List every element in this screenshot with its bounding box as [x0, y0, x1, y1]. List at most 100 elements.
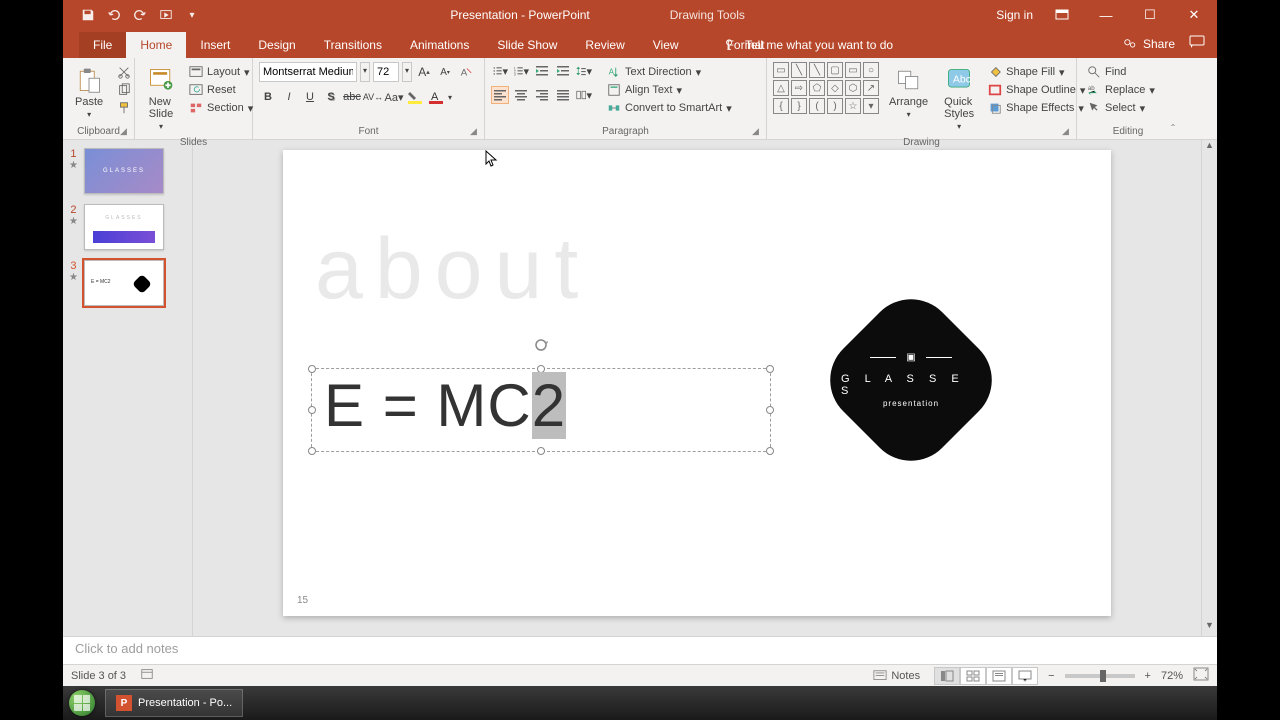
align-center-icon[interactable] — [512, 86, 530, 104]
bold-icon[interactable]: B — [259, 88, 277, 106]
resize-handle[interactable] — [766, 406, 774, 414]
notes-toggle[interactable]: Notes — [869, 668, 924, 684]
align-right-icon[interactable] — [533, 86, 551, 104]
justify-icon[interactable] — [554, 86, 572, 104]
decrease-indent-icon[interactable] — [533, 62, 551, 80]
paste-button[interactable]: Paste ▾ — [69, 62, 109, 123]
resize-handle[interactable] — [308, 447, 316, 455]
collapse-ribbon-icon[interactable]: ˆ — [1171, 122, 1175, 136]
slide[interactable]: about E = MC2 ▣ G L A S S E S — [283, 150, 1111, 616]
align-left-icon[interactable] — [491, 86, 509, 104]
resize-handle[interactable] — [766, 365, 774, 373]
shadow-icon[interactable]: S — [322, 88, 340, 106]
layout-button[interactable]: Layout ▾ — [185, 64, 257, 80]
copy-button[interactable] — [113, 82, 135, 98]
tab-design[interactable]: Design — [244, 32, 309, 58]
resize-handle[interactable] — [766, 447, 774, 455]
slide-sorter-icon[interactable] — [960, 667, 986, 685]
format-painter-button[interactable] — [113, 100, 135, 116]
resize-handle[interactable] — [308, 406, 316, 414]
highlight-icon[interactable] — [406, 88, 424, 106]
thumbnail-2[interactable]: 2★ GLASSES — [69, 204, 186, 250]
line-spacing-icon[interactable]: ▾ — [575, 62, 593, 80]
increase-indent-icon[interactable] — [554, 62, 572, 80]
shape-gallery[interactable]: ▭╲╲▢▭○ △⇨⬠◇⬡↗ {}()☆▾ — [773, 62, 879, 114]
clear-formatting-icon[interactable]: A — [457, 63, 475, 81]
tab-transitions[interactable]: Transitions — [310, 32, 396, 58]
resize-handle[interactable] — [308, 365, 316, 373]
font-color-dropdown[interactable]: ▾ — [448, 93, 452, 102]
start-from-beginning-icon[interactable] — [159, 8, 173, 22]
arrange-button[interactable]: Arrange▾ — [883, 62, 934, 123]
fit-to-window-icon[interactable] — [1193, 667, 1209, 684]
share-button[interactable]: Share — [1123, 37, 1175, 51]
zoom-in-icon[interactable]: + — [1145, 670, 1151, 682]
normal-view-icon[interactable] — [934, 667, 960, 685]
slideshow-view-icon[interactable] — [1012, 667, 1038, 685]
font-color-icon[interactable]: A — [427, 88, 445, 106]
zoom-slider[interactable] — [1065, 674, 1135, 678]
select-button[interactable]: Select ▾ — [1083, 100, 1159, 116]
change-case-icon[interactable]: Aa▾ — [385, 88, 403, 106]
font-name-dropdown[interactable]: ▾ — [360, 62, 370, 82]
start-button[interactable] — [63, 686, 101, 720]
convert-smartart-button[interactable]: Convert to SmartArt ▾ — [603, 100, 736, 116]
reset-button[interactable]: Reset — [185, 82, 257, 98]
vertical-scrollbar[interactable]: ▲ ▼ — [1201, 140, 1217, 636]
cut-button[interactable] — [113, 64, 135, 80]
zoom-level[interactable]: 72% — [1161, 670, 1183, 682]
quick-styles-button[interactable]: Abc Quick Styles▾ — [938, 62, 980, 135]
tab-home[interactable]: Home — [126, 32, 186, 58]
shape-effects-button[interactable]: Shape Effects ▾ — [984, 100, 1089, 116]
minimize-icon[interactable]: — — [1091, 0, 1121, 30]
resize-handle[interactable] — [537, 447, 545, 455]
reading-view-icon[interactable] — [986, 667, 1012, 685]
section-button[interactable]: Section ▾ — [185, 100, 257, 116]
font-size-dropdown[interactable]: ▾ — [402, 62, 412, 82]
thumbnail-3[interactable]: 3★ E = MC2 — [69, 260, 186, 306]
redo-icon[interactable] — [133, 8, 147, 22]
scroll-up-icon[interactable]: ▲ — [1202, 140, 1217, 156]
tab-view[interactable]: View — [639, 32, 693, 58]
font-dialog-launcher[interactable]: ◢ — [470, 126, 480, 136]
tab-animations[interactable]: Animations — [396, 32, 483, 58]
close-icon[interactable]: ✕ — [1179, 0, 1209, 30]
thumbnail-1[interactable]: 1★ GLASSES — [69, 148, 186, 194]
tab-insert[interactable]: Insert — [186, 32, 244, 58]
rotate-handle-icon[interactable] — [533, 337, 549, 353]
taskbar-powerpoint[interactable]: P Presentation - Po... — [105, 689, 243, 717]
spellcheck-icon[interactable] — [140, 667, 154, 684]
increase-font-icon[interactable]: A▴ — [415, 63, 433, 81]
underline-icon[interactable]: U — [301, 88, 319, 106]
equation-text[interactable]: E = MC2 — [324, 371, 566, 440]
tab-file[interactable]: File — [79, 32, 126, 58]
italic-icon[interactable]: I — [280, 88, 298, 106]
text-direction-button[interactable]: AText Direction ▾ — [603, 64, 736, 80]
numbering-icon[interactable]: 123▾ — [512, 62, 530, 80]
save-icon[interactable] — [81, 8, 95, 22]
shape-outline-button[interactable]: Shape Outline ▾ — [984, 82, 1089, 98]
font-name-input[interactable] — [259, 62, 357, 82]
undo-icon[interactable] — [107, 8, 121, 22]
comments-icon[interactable] — [1189, 35, 1205, 52]
qat-customize-icon[interactable]: ▾ — [185, 8, 199, 22]
font-size-input[interactable] — [373, 62, 399, 82]
clipboard-dialog-launcher[interactable]: ◢ — [120, 126, 130, 136]
notes-pane[interactable]: Click to add notes — [63, 636, 1217, 664]
decrease-font-icon[interactable]: A▾ — [436, 63, 454, 81]
drawing-dialog-launcher[interactable]: ◢ — [1062, 126, 1072, 136]
about-heading[interactable]: about — [315, 220, 590, 319]
shape-fill-button[interactable]: Shape Fill ▾ — [984, 64, 1089, 80]
bullets-icon[interactable]: ▾ — [491, 62, 509, 80]
tab-slideshow[interactable]: Slide Show — [483, 32, 571, 58]
tab-review[interactable]: Review — [571, 32, 638, 58]
scroll-down-icon[interactable]: ▼ — [1202, 620, 1217, 636]
char-spacing-icon[interactable]: AV↔ — [364, 88, 382, 106]
new-slide-button[interactable]: New Slide ▾ — [141, 62, 181, 135]
align-text-button[interactable]: Align Text ▾ — [603, 82, 736, 98]
find-button[interactable]: Find — [1083, 64, 1159, 80]
zoom-out-icon[interactable]: − — [1048, 670, 1054, 682]
columns-icon[interactable]: ▾ — [575, 86, 593, 104]
equation-textbox[interactable]: E = MC2 — [311, 368, 771, 452]
tell-me-search[interactable]: Tell me what you want to do — [723, 32, 893, 58]
